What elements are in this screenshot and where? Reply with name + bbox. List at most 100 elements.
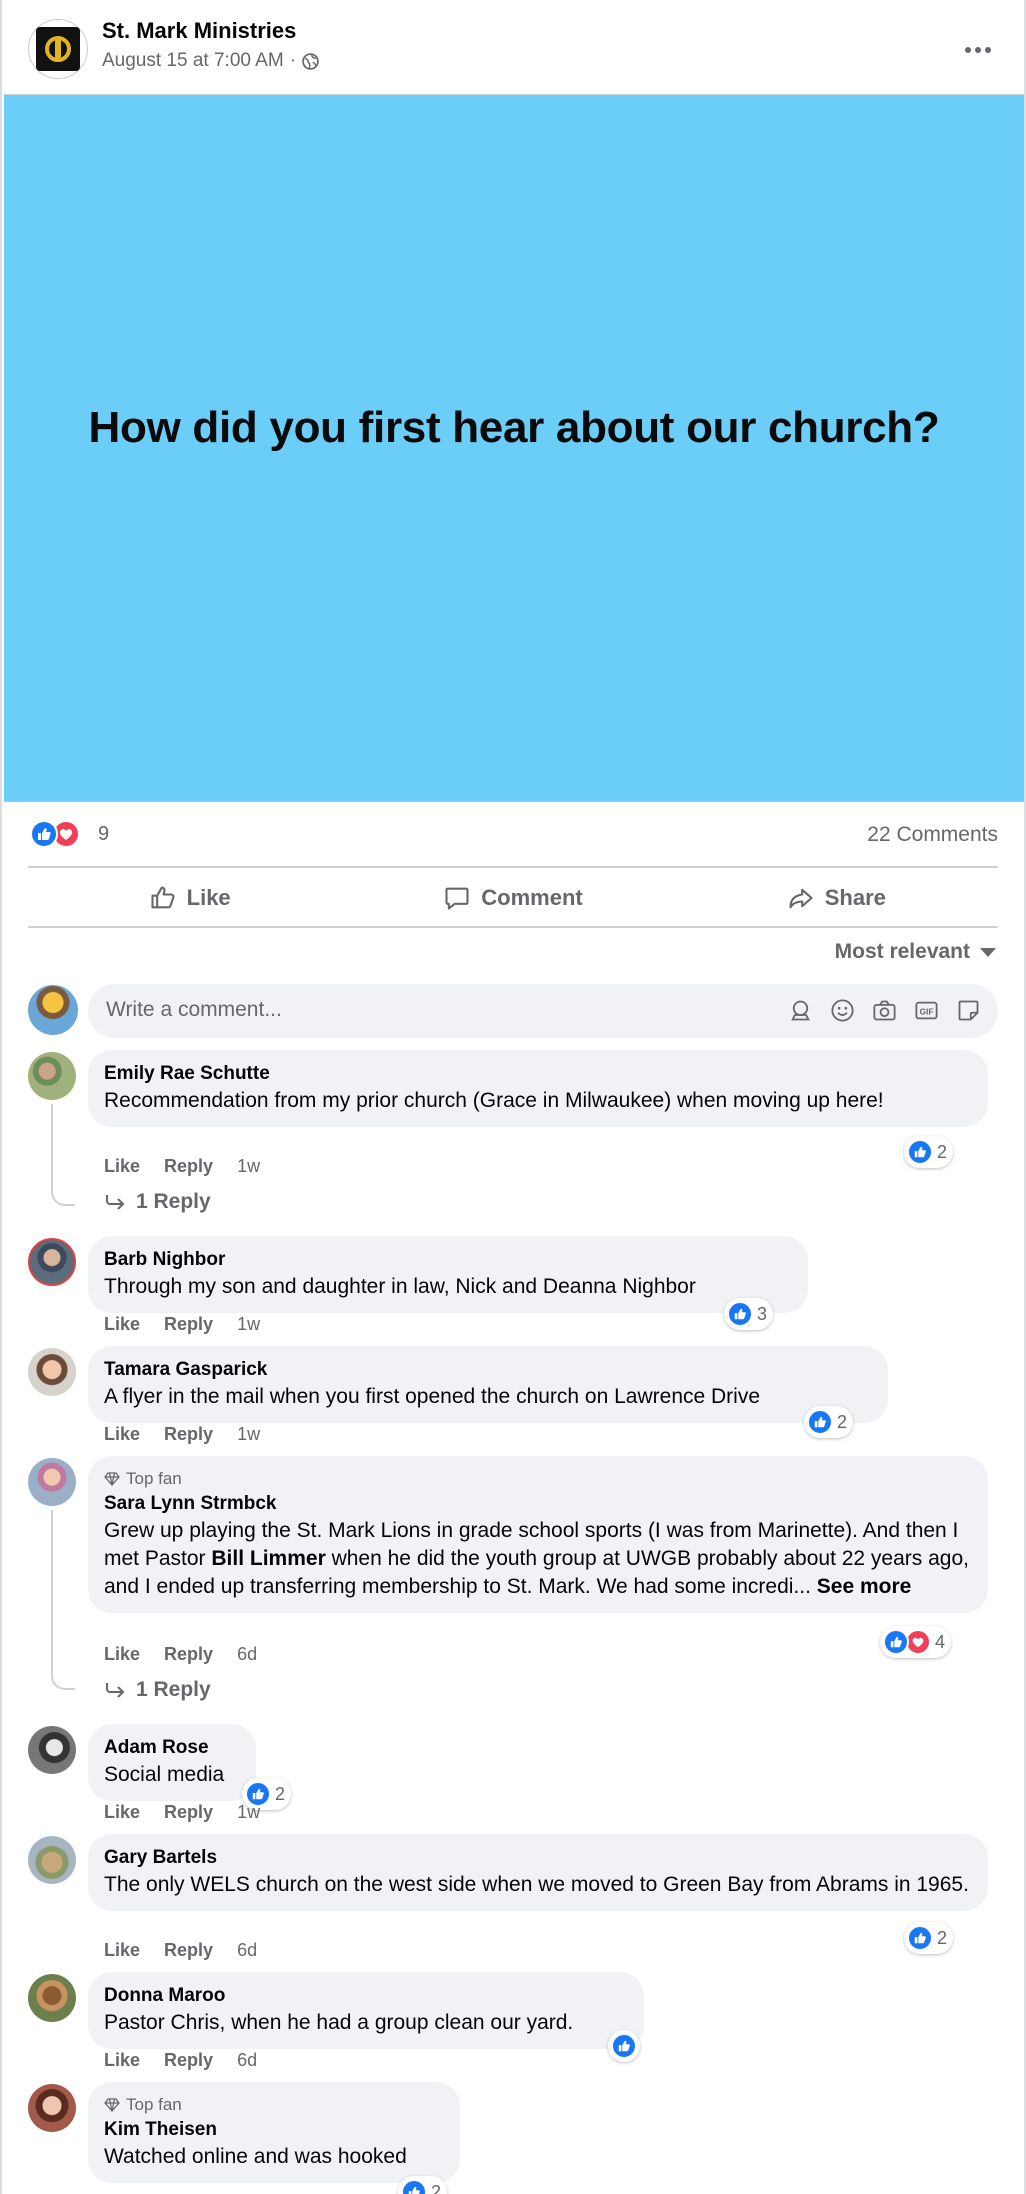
like-button[interactable]: Like bbox=[28, 870, 351, 926]
comment-placeholder: Write a comment... bbox=[106, 998, 282, 1021]
comment-text: Through my son and daughter in law, Nick… bbox=[104, 1275, 696, 1298]
post-meta: August 15 at 7:00 AM · bbox=[102, 50, 319, 72]
comment-author[interactable]: Kim Theisen bbox=[104, 2117, 444, 2143]
avatar[interactable] bbox=[28, 985, 78, 1035]
post-image[interactable]: How did you first hear about our church? bbox=[4, 94, 1024, 802]
comment-text: Social media bbox=[104, 1763, 225, 1786]
comment-like-button[interactable]: Like bbox=[104, 2050, 140, 2071]
comment-author[interactable]: Emily Rae Schutte bbox=[104, 1061, 972, 1087]
comment-reply-button[interactable]: Reply bbox=[164, 1802, 213, 1823]
top-fan-label: Top fan bbox=[126, 2095, 182, 2114]
like-reaction-icon bbox=[611, 2033, 637, 2059]
comment-button[interactable]: Comment bbox=[351, 870, 674, 926]
avatar[interactable] bbox=[28, 1458, 76, 1506]
reaction-count: 4 bbox=[935, 1631, 946, 1652]
reply-thread-line bbox=[51, 1104, 75, 1206]
avatar[interactable] bbox=[28, 1974, 76, 2022]
sort-dropdown[interactable]: Most relevant bbox=[835, 940, 996, 964]
comment-reactions[interactable]: 2 bbox=[904, 1922, 954, 1954]
avatar[interactable] bbox=[28, 2084, 76, 2132]
comments-count[interactable]: 22 Comments bbox=[867, 823, 998, 847]
view-replies-button[interactable]: 1 Reply bbox=[104, 1678, 211, 1702]
avatar[interactable] bbox=[28, 1726, 76, 1774]
divider bbox=[28, 866, 998, 868]
top-fan-badge: Top fan bbox=[104, 2093, 444, 2117]
reply-arrow-icon bbox=[106, 1195, 125, 1210]
comment-author[interactable]: Adam Rose bbox=[104, 1735, 240, 1761]
post-card: St. Mark Ministries August 15 at 7:00 AM… bbox=[0, 0, 1026, 2194]
camera-icon[interactable] bbox=[871, 997, 898, 1024]
comment-author[interactable]: Gary Bartels bbox=[104, 1845, 972, 1871]
post-timestamp[interactable]: August 15 at 7:00 AM bbox=[102, 50, 284, 72]
gif-icon[interactable]: GIF bbox=[913, 997, 940, 1024]
comment-reactions[interactable]: 2 bbox=[398, 2176, 448, 2194]
post-actions: Like Comment Share bbox=[28, 870, 998, 926]
tagged-person[interactable]: Bill Limmer bbox=[211, 1547, 325, 1570]
comment-reactions[interactable]: 4 bbox=[880, 1626, 952, 1658]
comment-actions: Like Reply 6d bbox=[104, 1644, 257, 1665]
comment-reactions[interactable]: 2 bbox=[804, 1406, 854, 1438]
reaction-count: 2 bbox=[937, 1141, 948, 1162]
reaction-icons[interactable] bbox=[30, 820, 80, 848]
composer-tools: GIF bbox=[787, 997, 982, 1024]
comment-reply-button[interactable]: Reply bbox=[164, 1644, 213, 1665]
comment-time[interactable]: 1w bbox=[237, 1802, 260, 1823]
comment-like-button[interactable]: Like bbox=[104, 1802, 140, 1823]
divider bbox=[28, 926, 998, 928]
reaction-count: 2 bbox=[937, 1927, 948, 1948]
comment-author[interactable]: Donna Maroo bbox=[104, 1983, 628, 2009]
comment-reactions[interactable] bbox=[608, 2030, 640, 2062]
sticker-icon[interactable] bbox=[955, 997, 982, 1024]
comment-author[interactable]: Barb Nighbor bbox=[104, 1247, 792, 1273]
comment-like-button[interactable]: Like bbox=[104, 1424, 140, 1445]
page-avatar[interactable] bbox=[28, 19, 88, 79]
globe-icon bbox=[302, 52, 319, 70]
avatar[interactable] bbox=[28, 1836, 76, 1884]
caret-down-icon bbox=[980, 947, 996, 957]
comment-bubble: Barb Nighbor Through my son and daughter… bbox=[88, 1236, 808, 1313]
comment-reactions[interactable]: 3 bbox=[724, 1298, 774, 1330]
view-replies-button[interactable]: 1 Reply bbox=[104, 1190, 211, 1214]
comment-reply-button[interactable]: Reply bbox=[164, 1424, 213, 1445]
reply-arrow-icon bbox=[106, 1683, 125, 1698]
comment-like-button[interactable]: Like bbox=[104, 1314, 140, 1335]
comment-time[interactable]: 6d bbox=[237, 2050, 257, 2071]
comment-like-button[interactable]: Like bbox=[104, 1644, 140, 1665]
share-button[interactable]: Share bbox=[675, 870, 998, 926]
avatar[interactable] bbox=[28, 1238, 76, 1286]
comment-reply-button[interactable]: Reply bbox=[164, 2050, 213, 2071]
comment-text: Recommendation from my prior church (Gra… bbox=[104, 1089, 884, 1112]
see-more-link[interactable]: See more bbox=[817, 1575, 912, 1598]
page-name[interactable]: St. Mark Ministries bbox=[102, 18, 296, 44]
comment-time[interactable]: 6d bbox=[237, 1940, 257, 1961]
svg-text:GIF: GIF bbox=[919, 1006, 933, 1016]
comment-like-button[interactable]: Like bbox=[104, 1156, 140, 1177]
comment-text: Grew up playing the St. Mark Lions in gr… bbox=[104, 1517, 972, 1601]
reaction-count[interactable]: 9 bbox=[98, 823, 109, 846]
comment-reply-button[interactable]: Reply bbox=[164, 1156, 213, 1177]
comment-time[interactable]: 6d bbox=[237, 1644, 257, 1665]
comment-input[interactable]: Write a comment... GIF bbox=[88, 984, 998, 1038]
comment-reactions[interactable]: 2 bbox=[904, 1136, 954, 1168]
comment-author[interactable]: Tamara Gasparick bbox=[104, 1357, 872, 1383]
comment-reply-button[interactable]: Reply bbox=[164, 1314, 213, 1335]
share-label: Share bbox=[824, 885, 886, 910]
comment-bubble: Gary Bartels The only WELS church on the… bbox=[88, 1834, 988, 1911]
comment-bubble: Donna Maroo Pastor Chris, when he had a … bbox=[88, 1972, 644, 2049]
comment-reply-button[interactable]: Reply bbox=[164, 1940, 213, 1961]
comment-like-button[interactable]: Like bbox=[104, 1940, 140, 1961]
more-options-icon[interactable] bbox=[958, 30, 998, 70]
comment-bubble: Top fan Kim Theisen Watched online and w… bbox=[88, 2082, 460, 2183]
comment-author[interactable]: Sara Lynn Strmbck bbox=[104, 1491, 972, 1517]
comment-time[interactable]: 1w bbox=[237, 1314, 260, 1335]
avatar-sticker-icon[interactable] bbox=[787, 997, 814, 1024]
comment-bubble: Adam Rose Social media bbox=[88, 1724, 256, 1801]
emoji-icon[interactable] bbox=[829, 997, 856, 1024]
share-icon bbox=[789, 888, 813, 909]
avatar[interactable] bbox=[28, 1348, 76, 1396]
comment-time[interactable]: 1w bbox=[237, 1424, 260, 1445]
comment-time[interactable]: 1w bbox=[237, 1156, 260, 1177]
avatar[interactable] bbox=[28, 1052, 76, 1100]
like-label: Like bbox=[186, 885, 231, 910]
comment-text: Watched online and was hooked bbox=[104, 2145, 407, 2168]
